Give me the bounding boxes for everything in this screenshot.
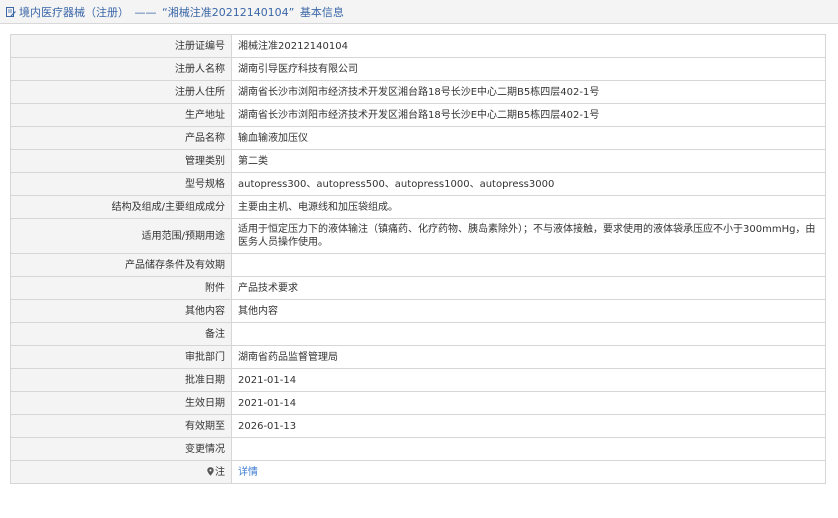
row-value: 产品技术要求 <box>231 276 826 300</box>
table-row: 结构及组成/主要组成成分 主要由主机、电源线和加压袋组成。 <box>10 195 826 219</box>
table-row: 其他内容 其他内容 <box>10 299 826 323</box>
row-value: 其他内容 <box>231 299 826 323</box>
details-link[interactable]: 详情 <box>238 467 258 478</box>
header-category: 境内医疗器械（注册） <box>19 5 129 19</box>
row-label: 注册证编号 <box>10 34 232 58</box>
row-value: 适用于恒定压力下的液体输注（镇痛药、化疗药物、胰岛素除外）；不与液体接触，要求使… <box>231 218 826 254</box>
details-table: 注册证编号 湘械注准20212140104 注册人名称 湖南引导医疗科技有限公司… <box>10 34 826 484</box>
row-label: 产品储存条件及有效期 <box>10 253 232 277</box>
row-label: 注册人名称 <box>10 57 232 81</box>
table-row: 审批部门 湖南省药品监督管理局 <box>10 345 826 369</box>
page-title: 境内医疗器械（注册） —— “湘械注准20212140104” 基本信息 <box>19 4 346 20</box>
table-row: 生效日期 2021-01-14 <box>10 391 826 415</box>
table-row: 注 详情 <box>10 460 826 484</box>
table-row: 注册人名称 湖南引导医疗科技有限公司 <box>10 57 826 81</box>
table-row: 变更情况 <box>10 437 826 461</box>
row-label: 备注 <box>10 322 232 346</box>
row-label: 产品名称 <box>10 126 232 150</box>
row-value <box>231 253 826 277</box>
row-label: 管理类别 <box>10 149 232 173</box>
row-label: 其他内容 <box>10 299 232 323</box>
row-label: 生产地址 <box>10 103 232 127</box>
registration-details: 注册证编号 湘械注准20212140104 注册人名称 湖南引导医疗科技有限公司… <box>10 34 826 484</box>
row-value <box>231 437 826 461</box>
row-value: 第二类 <box>231 149 826 173</box>
row-value: 湖南引导医疗科技有限公司 <box>231 57 826 81</box>
table-row: 附件 产品技术要求 <box>10 276 826 300</box>
table-row: 生产地址 湖南省长沙市浏阳市经济技术开发区湘台路18号长沙E中心二期B5栋四层4… <box>10 103 826 127</box>
table-row: 产品储存条件及有效期 <box>10 253 826 277</box>
row-label: 变更情况 <box>10 437 232 461</box>
row-label: 适用范围/预期用途 <box>10 218 232 254</box>
row-value: 湖南省长沙市浏阳市经济技术开发区湘台路18号长沙E中心二期B5栋四层402-1号 <box>231 103 826 127</box>
row-label: 结构及组成/主要组成成分 <box>10 195 232 219</box>
row-label: 批准日期 <box>10 368 232 392</box>
row-value: autopress300、autopress500、autopress1000、… <box>231 172 826 196</box>
row-value: 2026-01-13 <box>231 414 826 438</box>
row-value: 输血输液加压仪 <box>231 126 826 150</box>
row-label: 审批部门 <box>10 345 232 369</box>
row-label: 注册人住所 <box>10 80 232 104</box>
row-value: 2021-01-14 <box>231 368 826 392</box>
row-label: 有效期至 <box>10 414 232 438</box>
note-label-cell: 注 <box>10 460 232 484</box>
row-label: 型号规格 <box>10 172 232 196</box>
table-row: 管理类别 第二类 <box>10 149 826 173</box>
row-value: 详情 <box>231 460 826 484</box>
table-row: 注册证编号 湘械注准20212140104 <box>10 34 826 58</box>
table-row: 产品名称 输血输液加压仪 <box>10 126 826 150</box>
document-edit-icon <box>6 6 16 17</box>
row-label: 生效日期 <box>10 391 232 415</box>
row-value <box>231 322 826 346</box>
table-row: 注册人住所 湖南省长沙市浏阳市经济技术开发区湘台路18号长沙E中心二期B5栋四层… <box>10 80 826 104</box>
table-row: 适用范围/预期用途 适用于恒定压力下的液体输注（镇痛药、化疗药物、胰岛素除外）；… <box>10 218 826 254</box>
row-value: 湖南省药品监督管理局 <box>231 345 826 369</box>
location-pin-icon <box>207 466 214 476</box>
table-row: 备注 <box>10 322 826 346</box>
table-row: 型号规格 autopress300、autopress500、autopress… <box>10 172 826 196</box>
table-row: 有效期至 2026-01-13 <box>10 414 826 438</box>
row-value: 湘械注准20212140104 <box>231 34 826 58</box>
header-record-title: “湘械注准20212140104” <box>162 5 295 19</box>
header-suffix: 基本信息 <box>299 5 344 19</box>
row-value: 2021-01-14 <box>231 391 826 415</box>
row-label: 附件 <box>10 276 232 300</box>
page-header: 境内医疗器械（注册） —— “湘械注准20212140104” 基本信息 <box>0 0 838 24</box>
table-row: 批准日期 2021-01-14 <box>10 368 826 392</box>
row-label: 注 <box>215 466 225 478</box>
row-value: 主要由主机、电源线和加压袋组成。 <box>231 195 826 219</box>
row-value: 湖南省长沙市浏阳市经济技术开发区湘台路18号长沙E中心二期B5栋四层402-1号 <box>231 80 826 104</box>
header-separator: —— <box>134 5 157 19</box>
